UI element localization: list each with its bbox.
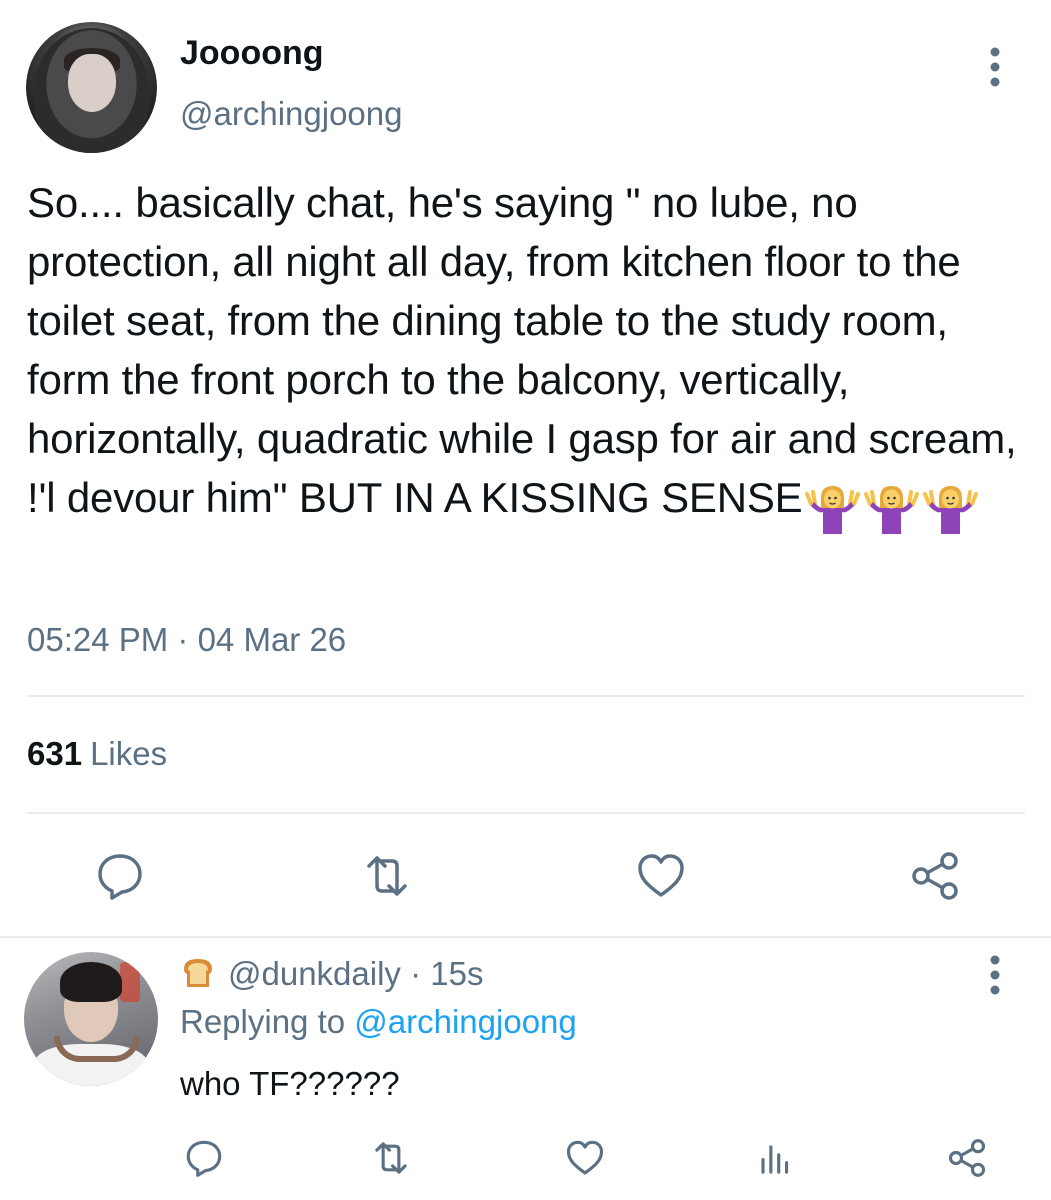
- reply-header: @dunkdaily · 15s: [180, 953, 483, 995]
- like-icon: [566, 1140, 604, 1175]
- share-button[interactable]: [907, 848, 963, 904]
- divider: [27, 812, 1025, 814]
- reply-button[interactable]: [182, 1136, 226, 1180]
- more-options-icon[interactable]: [980, 950, 1010, 1000]
- avatar-background: [120, 962, 140, 1002]
- share-button[interactable]: [945, 1136, 989, 1180]
- display-name[interactable]: Joooong: [180, 33, 324, 73]
- like-button[interactable]: [633, 848, 689, 904]
- reply-icon: [98, 854, 142, 900]
- user-handle[interactable]: @archingjoong: [180, 94, 402, 134]
- reply-time: · 15s: [410, 955, 484, 992]
- avatar-hair: [60, 962, 122, 1002]
- retweet-button[interactable]: [359, 848, 415, 904]
- retweet-icon: [375, 1142, 407, 1174]
- likes-summary[interactable]: 631 Likes: [27, 734, 167, 774]
- avatar-face: [68, 54, 116, 112]
- like-button[interactable]: [563, 1136, 607, 1180]
- reply-text: who TF??????: [180, 1065, 400, 1102]
- tweet-timestamp[interactable]: 05:24 PM · 04 Mar 26: [27, 620, 346, 660]
- bread-emoji-icon: [180, 955, 216, 991]
- like-icon: [638, 854, 684, 897]
- reply-button[interactable]: [92, 848, 148, 904]
- tweet-detail-page: Joooong @archingjoong So.... basically c…: [0, 0, 1051, 1200]
- avatar-headphones: [54, 1036, 140, 1062]
- replying-to-link[interactable]: @archingjoong: [354, 1003, 576, 1040]
- person-shrugging-emoji-icon: [804, 484, 860, 534]
- tweet-text: So.... basically chat, he's saying " no …: [27, 173, 1037, 535]
- likes-label: Likes: [90, 735, 168, 772]
- tweet-body: So.... basically chat, he's saying " no …: [27, 179, 1028, 521]
- divider: [27, 695, 1025, 697]
- replying-prefix: Replying to: [180, 1003, 346, 1040]
- replying-to: Replying to @archingjoong: [180, 1001, 577, 1043]
- analytics-icon: [761, 1145, 789, 1174]
- share-icon: [948, 1139, 986, 1177]
- avatar[interactable]: [26, 22, 157, 153]
- retweet-icon: [367, 856, 407, 896]
- more-options-icon[interactable]: [980, 42, 1010, 92]
- reply-handle[interactable]: @dunkdaily: [228, 955, 401, 992]
- reply-avatar[interactable]: [24, 952, 158, 1086]
- person-shrugging-emoji-icon: [863, 484, 919, 534]
- likes-count: 631: [27, 735, 83, 772]
- retweet-button[interactable]: [369, 1136, 413, 1180]
- divider: [0, 936, 1051, 938]
- emoji-group: [804, 476, 982, 535]
- share-icon: [912, 852, 958, 900]
- main-tweet: Joooong @archingjoong So.... basically c…: [0, 0, 1051, 938]
- person-shrugging-emoji-icon: [922, 484, 978, 534]
- reply-icon: [186, 1140, 222, 1177]
- analytics-button[interactable]: [752, 1136, 796, 1180]
